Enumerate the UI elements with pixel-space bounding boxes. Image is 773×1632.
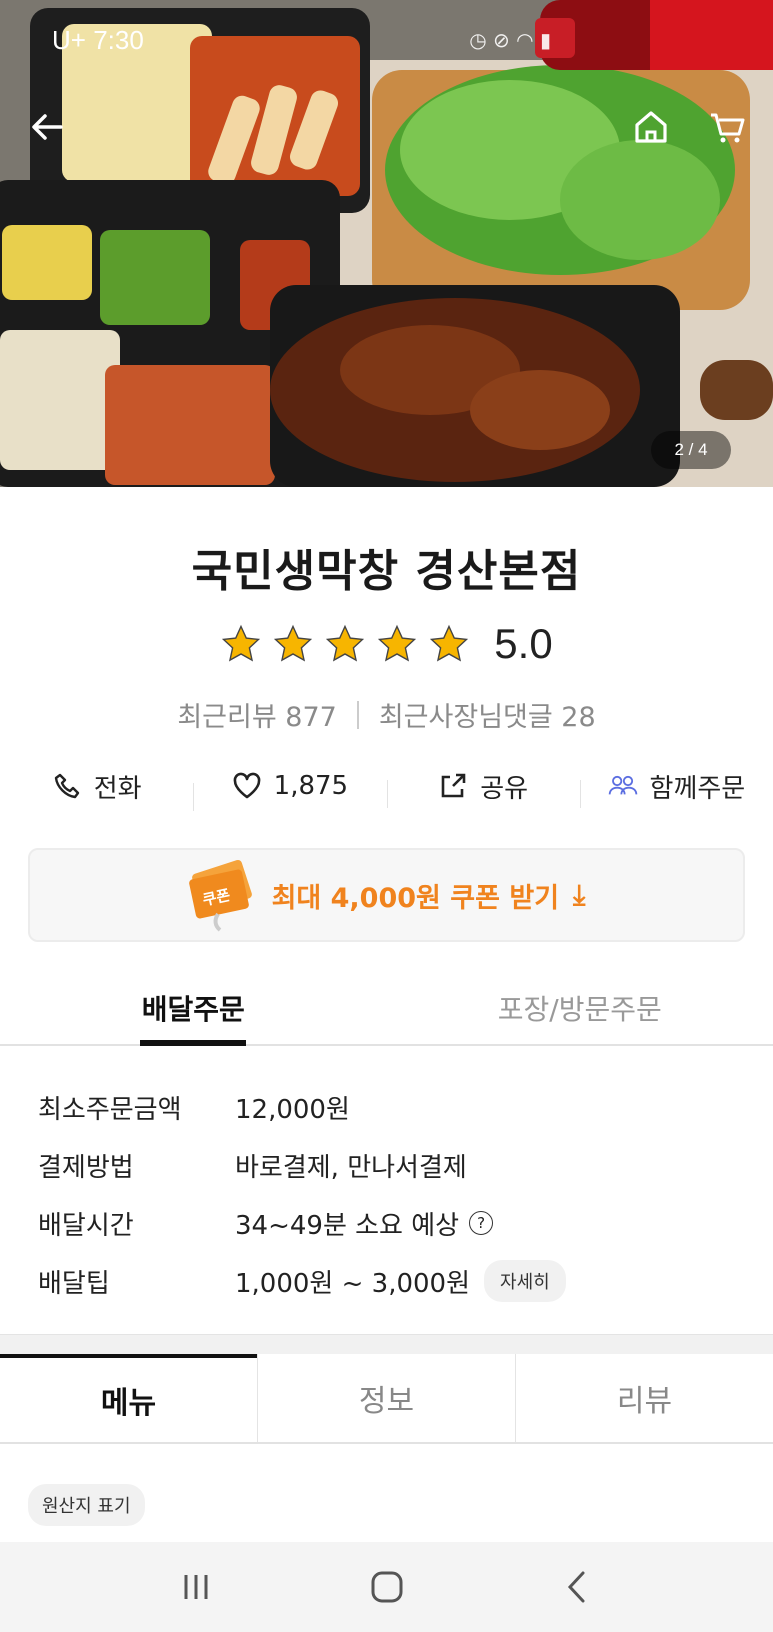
content-tabs: 메뉴 정보 리뷰 <box>0 1354 773 1444</box>
group-order-button[interactable]: 함께주문 <box>579 768 773 808</box>
phone-icon <box>54 773 79 799</box>
status-time: U+ 7:30 <box>52 24 144 55</box>
home-icon <box>635 111 667 143</box>
call-button[interactable]: 전화 <box>0 768 193 805</box>
info-value: 34~49분 소요 예상 <box>235 1210 460 1241</box>
info-value: 1,000원 ~ 3,000원 <box>235 1268 471 1299</box>
tab-menu[interactable]: 메뉴 <box>0 1354 257 1442</box>
coupon-icon: 쿠폰 <box>188 859 252 932</box>
photo-page-counter: 2 / 4 <box>651 431 731 469</box>
store-actions: 전화 1,875 공유 함께주문 <box>0 760 773 812</box>
rating: 5.0 <box>0 620 773 668</box>
section-divider <box>0 1334 773 1354</box>
star-icon <box>326 624 365 662</box>
status-bar: U+ 7:30 ◷ ⊘ ◠ ▮ <box>0 0 773 80</box>
info-value-wrap: 34~49분 소요 예상 ? <box>235 1205 494 1242</box>
star-icon <box>274 624 313 662</box>
download-icon: ⤓ <box>573 878 586 911</box>
like-button[interactable]: 1,875 <box>193 771 386 811</box>
divider <box>356 700 359 729</box>
info-row-delivery-time: 배달시간 34~49분 소요 예상 ? <box>38 1194 738 1252</box>
store-name: 국민생막창 경산본점 <box>191 546 582 597</box>
owner-replies-count[interactable]: 최근사장님댓글 28 <box>379 695 596 734</box>
home-nav-icon[interactable] <box>367 1567 407 1607</box>
help-icon[interactable]: ? <box>469 1211 494 1235</box>
back-nav-icon[interactable] <box>558 1567 598 1607</box>
delivery-info: 최소주문금액 12,000원 결제방법 바로결제, 만나서결제 배달시간 34~… <box>38 1078 738 1310</box>
star-icon <box>430 624 469 662</box>
info-label: 배달팁 <box>38 1268 110 1299</box>
tab-review[interactable]: 리뷰 <box>515 1354 773 1442</box>
tab-delivery[interactable]: 배달주문 <box>0 978 387 1044</box>
tab-info[interactable]: 정보 <box>257 1354 515 1442</box>
origin-label-button[interactable]: 원산지 표기 <box>28 1484 145 1526</box>
detail-button[interactable]: 자세히 <box>484 1260 566 1302</box>
cart-button[interactable] <box>700 100 754 154</box>
arrow-left-icon <box>32 114 63 140</box>
status-icons: ◷ ⊘ ◠ ▮ <box>469 28 551 52</box>
star-icon <box>378 624 417 662</box>
info-label: 배달시간 <box>38 1210 134 1241</box>
rating-value: 5.0 <box>494 620 553 667</box>
info-row-payment: 결제방법 바로결제, 만나서결제 <box>38 1136 738 1194</box>
home-button[interactable] <box>624 100 678 154</box>
back-button[interactable] <box>20 100 74 154</box>
share-icon <box>441 773 466 798</box>
info-value-wrap: 1,000원 ~ 3,000원 자세히 <box>235 1260 566 1302</box>
cart-icon <box>711 113 745 143</box>
heart-icon <box>233 772 260 799</box>
store-photo-carousel[interactable]: U+ 7:30 ◷ ⊘ ◠ ▮ 2 / 4 <box>0 0 773 487</box>
recent-reviews-count[interactable]: 최근리뷰 877 <box>177 695 336 734</box>
info-value: 바로결제, 만나서결제 <box>235 1152 467 1183</box>
tab-pickup[interactable]: 포장/방문주문 <box>387 978 773 1044</box>
info-value: 12,000원 <box>235 1094 350 1125</box>
info-label: 최소주문금액 <box>38 1094 182 1125</box>
info-label: 결제방법 <box>38 1152 134 1183</box>
coupon-label: 최대 4,000원 쿠폰 받기 <box>271 882 560 914</box>
group-icon <box>608 775 637 795</box>
coupon-button[interactable]: 쿠폰 최대 4,000원 쿠폰 받기 ⤓ <box>28 848 745 942</box>
info-row-delivery-tip: 배달팁 1,000원 ~ 3,000원 자세히 <box>38 1252 738 1310</box>
star-icon <box>222 624 261 662</box>
info-row-min-order: 최소주문금액 12,000원 <box>38 1078 738 1136</box>
system-navigation-bar <box>0 1542 773 1632</box>
share-button[interactable]: 공유 <box>386 768 580 808</box>
order-type-tabs: 배달주문 포장/방문주문 <box>0 978 773 1046</box>
review-summary: 최근리뷰 877 최근사장님댓글 28 <box>0 695 773 734</box>
recent-apps-icon[interactable] <box>176 1567 216 1607</box>
